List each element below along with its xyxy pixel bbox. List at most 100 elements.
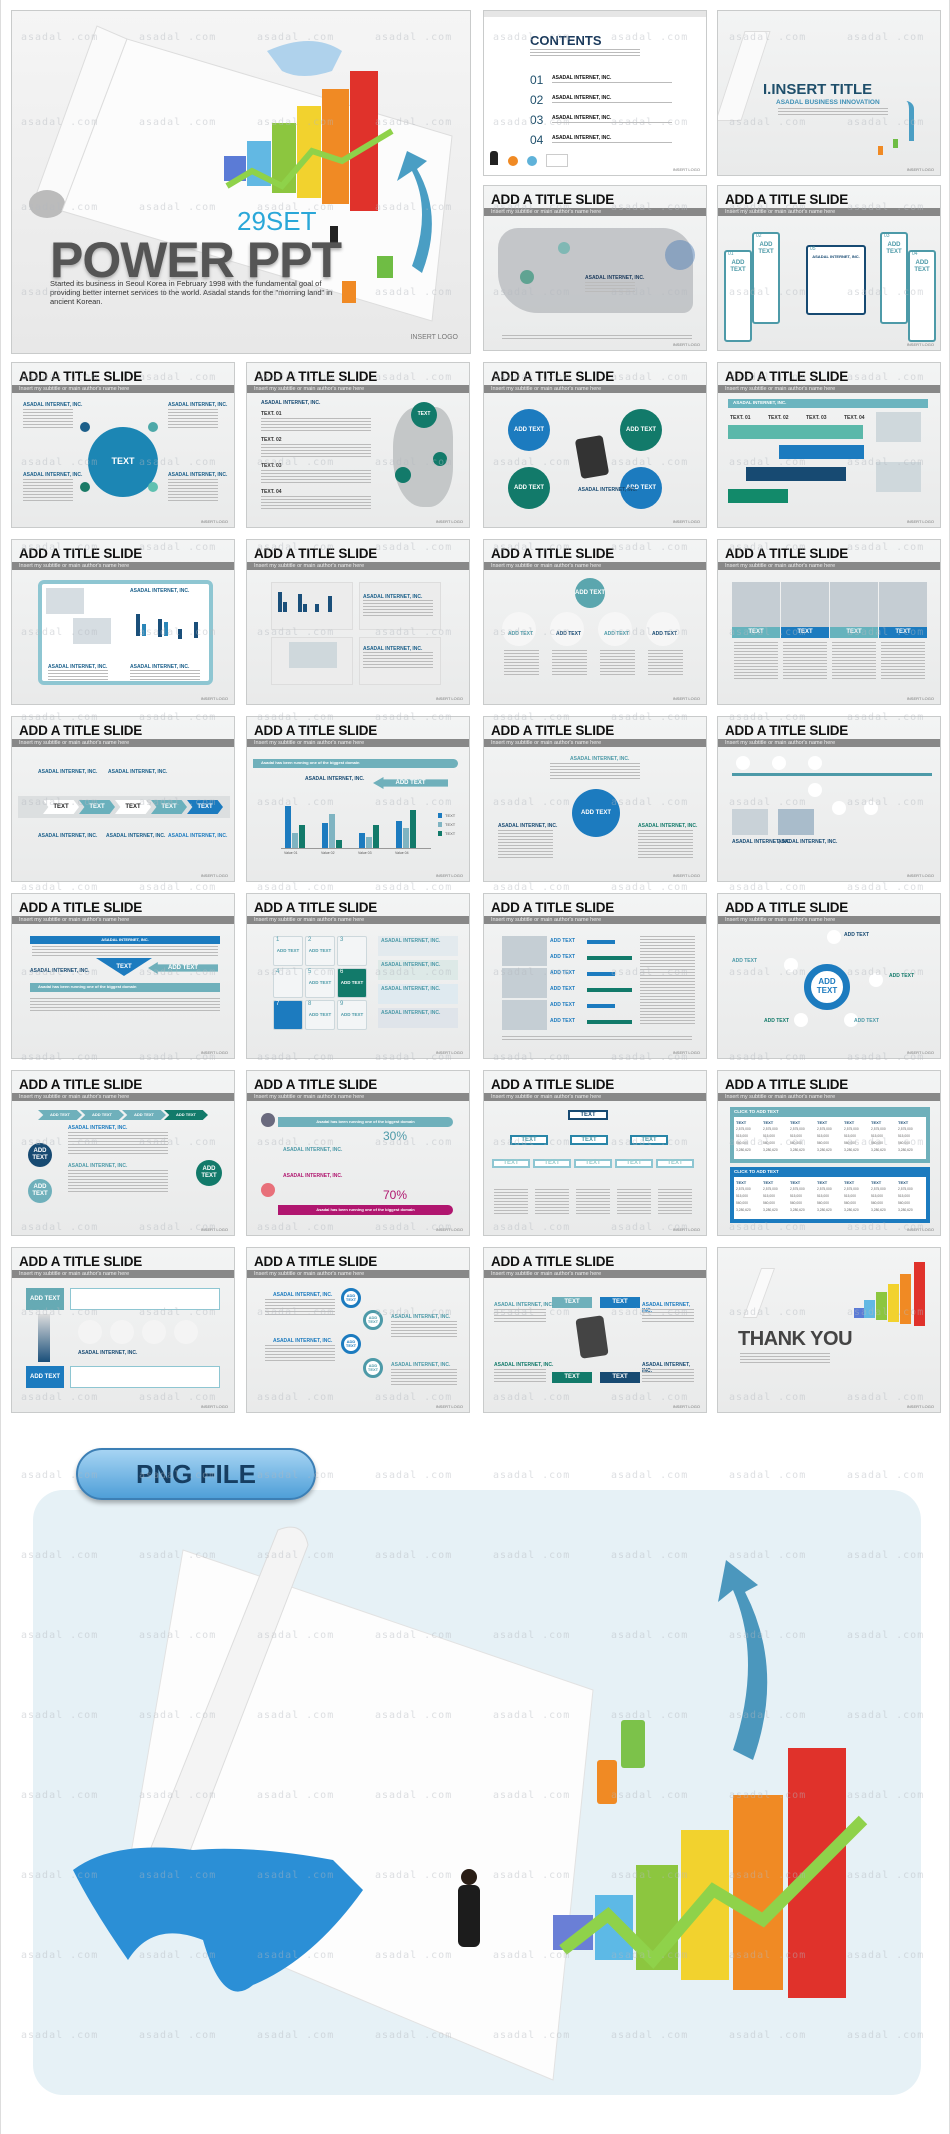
section-heading: ASADAL INTERNET, INC. (570, 756, 630, 762)
slide-body: ADD TEXT ASADAL INTERNET, INC. ASADAL INTE… (490, 751, 700, 871)
add-text-arrow: ADD TEXT (148, 962, 218, 974)
chart-bar (164, 622, 168, 636)
progress-bar (587, 956, 632, 960)
thank-you-slide-thumbnail[interactable]: INSERT LOGO THANK YOU (717, 1247, 941, 1413)
table-cell: 2,575,000 (898, 1187, 913, 1191)
slide-body: TEXT TEXT TEXT TEXT TEXT TEXT TEXT TEXT TEXT (490, 1105, 700, 1225)
body-text (502, 335, 692, 341)
section-title: I.INSERT TITLE (763, 81, 873, 98)
insert-logo-label: INSERT LOGO (672, 873, 700, 878)
zigzag-circles-slide-thumbnail[interactable]: ADD A TITLE SLIDE Insert my subtitle or m… (246, 1247, 470, 1413)
box-number: 04 (912, 251, 918, 257)
slide-title: ADD A TITLE SLIDE (254, 546, 378, 561)
slide-title: ADD A TITLE SLIDE (19, 369, 143, 384)
table-cell: 560,000 (736, 1141, 748, 1145)
org-arc-slide-thumbnail[interactable]: ADD A TITLE SLIDE Insert my subtitle or m… (483, 539, 707, 705)
text-triangle: TEXT (96, 958, 152, 976)
table-column-header: TEXT (844, 1180, 855, 1185)
table-cell: 560,000 (790, 1141, 802, 1145)
slide-subtitle: Insert my subtitle or main author's name… (247, 916, 469, 924)
slide-subtitle: Insert my subtitle or main author's name… (718, 1093, 940, 1101)
cycle-icon-circle (794, 1013, 808, 1027)
pie-chart-icon (527, 156, 537, 166)
slide-subtitle: Insert my subtitle or main author's name… (247, 739, 469, 747)
progress-bar (587, 1020, 632, 1024)
section-heading: ASADAL INTERNET, INC. (106, 833, 166, 839)
table-slide-thumbnail[interactable]: ADD A TITLE SLIDE Insert my subtitle or m… (717, 1070, 941, 1236)
hierarchy-slide-thumbnail[interactable]: ADD A TITLE SLIDE Insert my subtitle or m… (483, 1070, 707, 1236)
section-title-slide-thumbnail[interactable]: I.INSERT TITLE ASADAL BUSINESS INNOVATIO… (717, 10, 941, 176)
pie-marker: TEXT (411, 402, 437, 428)
chart-bar (396, 821, 402, 848)
contents-slide-thumbnail[interactable]: CONTENTS INSERT LOGO 01 ASADAL INTERNET, … (483, 10, 707, 176)
table-cell: 515,000 (790, 1194, 802, 1198)
chart-legend-item: TEXT (438, 813, 455, 818)
loop-process-slide-thumbnail[interactable]: ADD A TITLE SLIDE Insert my subtitle or m… (11, 1070, 235, 1236)
table-cell: 515,000 (736, 1134, 748, 1138)
slide-body: ADD TEXT ADD TEXT ADD TEXT ADD TEXT ADD TEXT (490, 574, 700, 694)
mobile-circles-slide-thumbnail[interactable]: ADD A TITLE SLIDE Insert my subtitle or m… (483, 362, 707, 528)
cycle-arrow: TEXT (600, 1372, 640, 1383)
world-map-slide-thumbnail[interactable]: ADD A TITLE SLIDE Insert my subtitle or m… (483, 185, 707, 351)
cycle-icon-circle (827, 930, 841, 944)
grid-cell: 5 ADD TEXT (305, 968, 335, 998)
cycle-ring-slide-thumbnail[interactable]: ADD A TITLE SLIDE Insert my subtitle or m… (717, 893, 941, 1059)
table-cell: 515,000 (736, 1194, 748, 1198)
contents-item-desc (552, 142, 672, 144)
title-slide-thumbnail[interactable]: 29SET POWER PPT Started its business in … (11, 10, 471, 354)
pie-ring-slide-thumbnail[interactable]: ADD A TITLE SLIDE Insert my subtitle or m… (483, 716, 707, 882)
add-text-label: ADD TEXT (550, 938, 575, 944)
pie-marker (395, 467, 411, 483)
table-column-header: TEXT (790, 1180, 801, 1185)
nine-grid-slide-thumbnail[interactable]: ADD A TITLE SLIDE Insert my subtitle or m… (246, 893, 470, 1059)
insert-logo-label: INSERT LOGO (672, 519, 700, 524)
table-cell: 3,280,620 (898, 1148, 913, 1152)
slide-title: ADD A TITLE SLIDE (491, 1077, 615, 1092)
table-cell: 515,000 (763, 1134, 775, 1138)
slide-title: ADD A TITLE SLIDE (19, 1077, 143, 1092)
chevron-timeline-slide-thumbnail[interactable]: ADD A TITLE SLIDE Insert my subtitle or m… (11, 716, 235, 882)
step-compare-slide-thumbnail[interactable]: ADD A TITLE SLIDE Insert my subtitle or m… (11, 1247, 235, 1413)
add-text-circle: ADD TEXT (508, 409, 550, 451)
section-heading: ASADAL INTERNET, INC. (305, 776, 365, 782)
slide-subtitle: Insert my subtitle or main author's name… (12, 916, 234, 924)
org-node-bottom: TEXT (533, 1159, 571, 1168)
slide-body: ASADAL INTERNET, INC. (490, 220, 700, 341)
icon-circle (598, 612, 632, 646)
slide-title: ADD A TITLE SLIDE (491, 900, 615, 915)
slide-title: ADD A TITLE SLIDE (254, 900, 378, 915)
book-chart-slide-thumbnail[interactable]: ADD A TITLE SLIDE Insert my subtitle or m… (11, 539, 235, 705)
section-heading: ASADAL INTERNET, INC. (78, 1350, 138, 1356)
photo-columns-slide-thumbnail[interactable]: ADD A TITLE SLIDE Insert my subtitle or m… (717, 539, 941, 705)
body-text (600, 650, 635, 676)
section-heading: ASADAL INTERNET, INC. (168, 402, 228, 408)
korea-map-slide-thumbnail[interactable]: ADD A TITLE SLIDE Insert my subtitle or m… (246, 362, 470, 528)
circle-hub-slide-thumbnail[interactable]: ADD A TITLE SLIDE Insert my subtitle or m… (11, 362, 235, 528)
body-text (168, 479, 218, 501)
slide-subtitle: Insert my subtitle or main author's name… (247, 1093, 469, 1101)
u-arrow-chart-slide-thumbnail[interactable]: ADD A TITLE SLIDE Insert my subtitle or m… (246, 716, 470, 882)
section-heading: ASADAL INTERNET, INC. (498, 823, 558, 829)
icon-timeline-slide-thumbnail[interactable]: ADD A TITLE SLIDE Insert my subtitle or m… (717, 716, 941, 882)
process-steps-slide-thumbnail[interactable]: ADD A TITLE SLIDE Insert my subtitle or m… (717, 362, 941, 528)
chart-bar (336, 840, 342, 848)
chevron-step: ADD TEXT (38, 1110, 82, 1120)
png-illustration (73, 1526, 868, 2081)
org-node-middle: TEXT (570, 1135, 608, 1145)
business-photo (879, 582, 927, 627)
body-text (494, 1189, 528, 1215)
timeline-icon-circle (832, 801, 846, 815)
five-box-slide-thumbnail[interactable]: ADD A TITLE SLIDE Insert my subtitle or m… (717, 185, 941, 351)
cycle-arrows-slide-thumbnail[interactable]: ADD A TITLE SLIDE Insert my subtitle or m… (483, 1247, 707, 1413)
bar-list-slide-thumbnail[interactable]: ADD A TITLE SLIDE Insert my subtitle or m… (483, 893, 707, 1059)
body-text (261, 444, 371, 458)
section-heading: ASADAL INTERNET, INC. (168, 472, 228, 478)
watermark-text: asadal .com (375, 882, 453, 893)
banner-arrow-slide-thumbnail[interactable]: ADD A TITLE SLIDE Insert my subtitle or m… (11, 893, 235, 1059)
slide-body: ADD TEXT ADD TEXT ASADAL INTERNET, INC. (18, 1282, 228, 1402)
dashboard-slide-thumbnail[interactable]: ADD A TITLE SLIDE Insert my subtitle or m… (246, 539, 470, 705)
person-icon (261, 1183, 275, 1197)
insert-logo-label: INSERT LOGO (906, 696, 934, 701)
people-percent-slide-thumbnail[interactable]: ADD A TITLE SLIDE Insert my subtitle or m… (246, 1070, 470, 1236)
slide-subtitle: Insert my subtitle or main author's name… (718, 385, 940, 393)
